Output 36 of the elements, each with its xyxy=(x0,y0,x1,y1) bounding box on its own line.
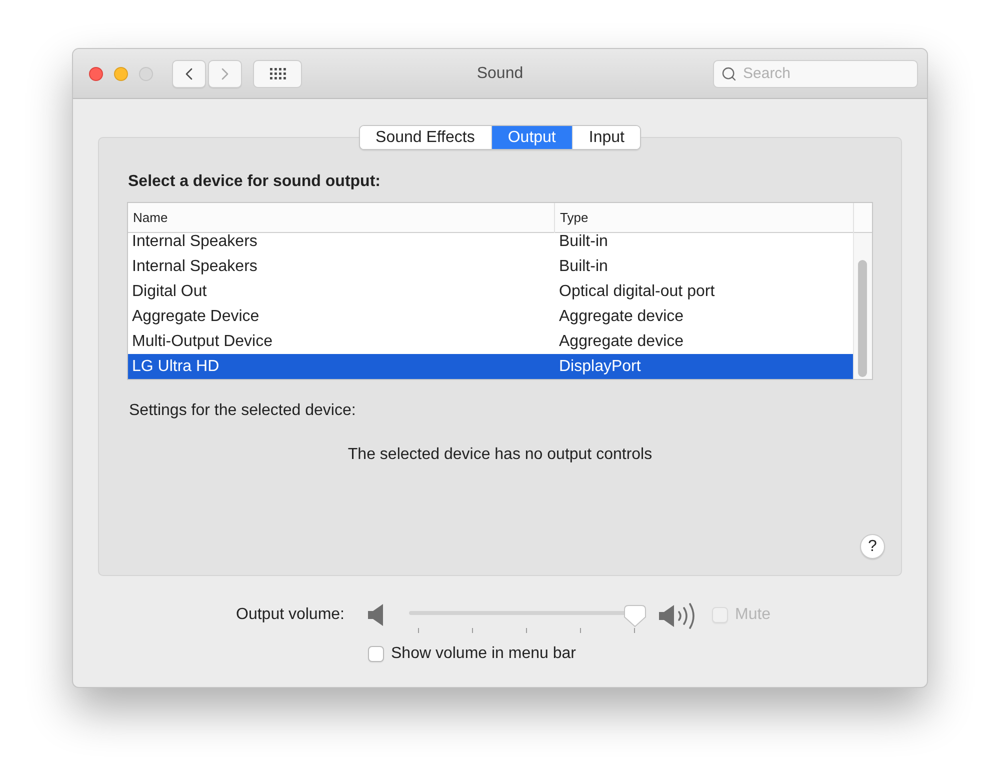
volume-label: Output volume: xyxy=(236,605,346,625)
table-cell-text: Built-in xyxy=(558,234,609,250)
volume-slider-track[interactable] xyxy=(409,605,647,627)
tab[interactable]: Input xyxy=(572,126,640,149)
checkbox-label: Show volume in menu bar xyxy=(391,644,576,664)
table-cell-text: Aggregate device xyxy=(558,334,685,350)
table-cell-text: Digital Out xyxy=(131,284,208,300)
search-field[interactable]: Search xyxy=(713,60,918,88)
table-cell-text: LG Ultra HD xyxy=(131,358,220,374)
help-button[interactable]: ? xyxy=(860,534,885,559)
table-cell-text: Internal Speakers xyxy=(131,258,258,274)
table-cell-text: Aggregate device xyxy=(558,308,685,324)
section-heading: Select a device for sound output: xyxy=(128,172,382,192)
minimize-button[interactable] xyxy=(114,66,128,80)
show-all-button[interactable] xyxy=(253,60,302,88)
grid-icon xyxy=(270,68,286,80)
table-cell-text: DisplayPort xyxy=(558,358,642,374)
speaker-icon xyxy=(367,603,384,627)
scrollbar-thumb[interactable] xyxy=(858,260,867,377)
settings-label: Settings for the selected device: xyxy=(129,401,357,421)
slider-thumb[interactable] xyxy=(624,605,646,627)
table-cell-text: Aggregate Device xyxy=(131,308,260,324)
close-button[interactable] xyxy=(89,66,103,80)
table-cell-text: Internal Speakers xyxy=(131,234,258,250)
table-cell-text: Optical digital-out port xyxy=(558,284,716,300)
search-icon xyxy=(721,66,737,82)
info-message: The selected device has no output controls xyxy=(348,445,652,465)
table-row[interactable]: LG Ultra HD DisplayPort xyxy=(128,354,853,379)
tab[interactable]: Output xyxy=(490,126,572,149)
table-cell-text: Multi-Output Device xyxy=(131,334,274,350)
scrollbar[interactable] xyxy=(853,233,872,379)
table-cell-text: Built-in xyxy=(558,258,609,274)
tab[interactable]: Sound Effects xyxy=(360,126,491,149)
back-button[interactable] xyxy=(172,60,206,88)
checkbox[interactable] xyxy=(368,646,384,662)
window-title: Sound xyxy=(476,64,524,84)
